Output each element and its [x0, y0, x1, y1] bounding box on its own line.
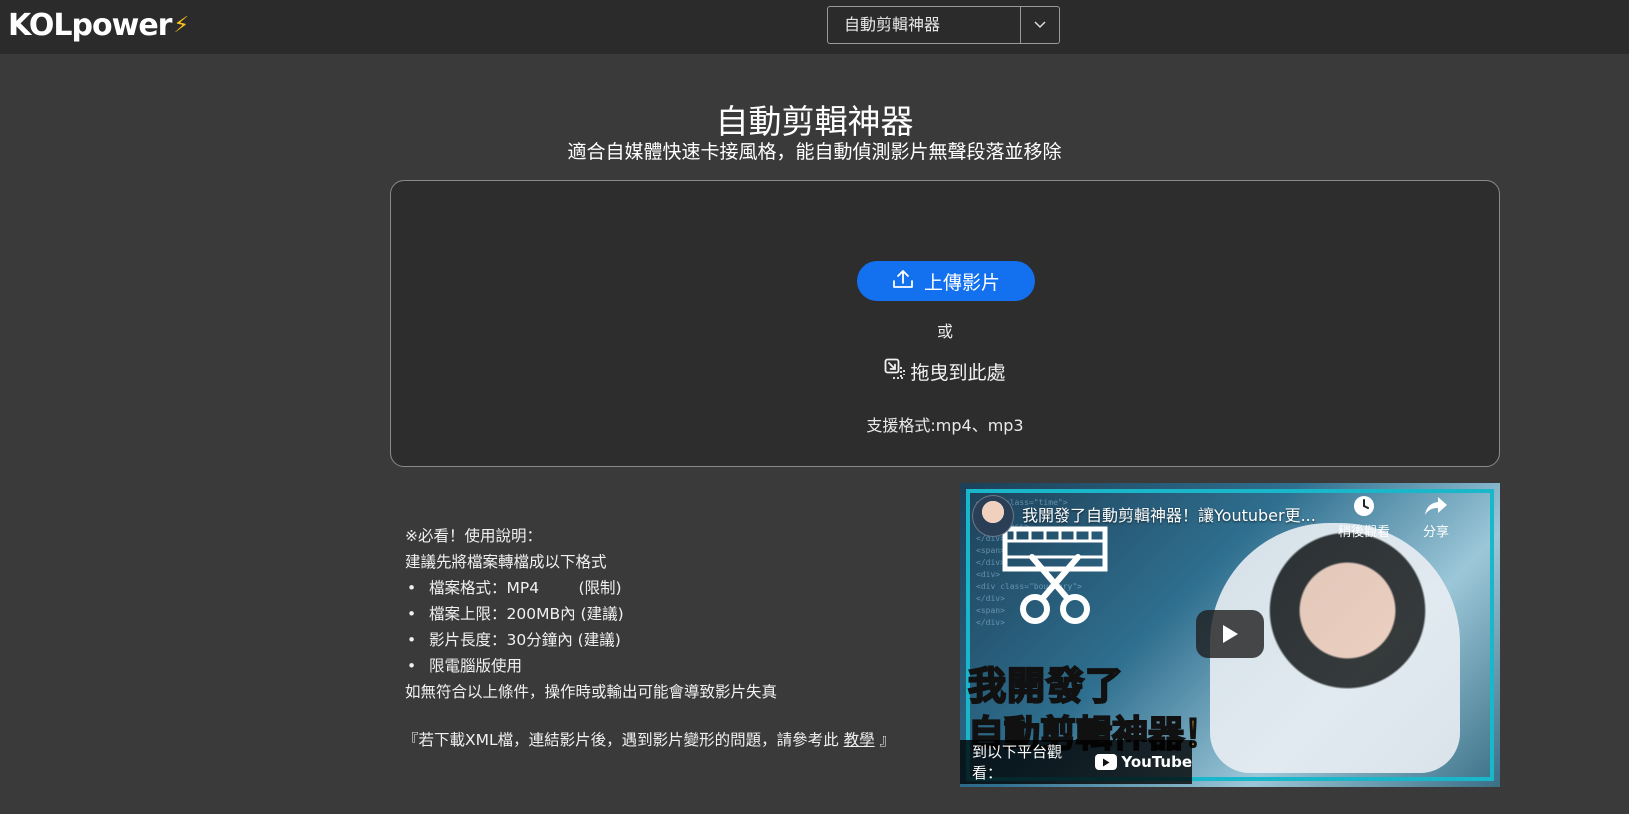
xml-note-end: 』	[879, 731, 896, 749]
tool-select-value: 自動剪輯神器	[844, 15, 941, 34]
drag-here-hint: 拖曳到此處	[391, 358, 1499, 385]
watch-later-button[interactable]: 稍後觀看	[1332, 495, 1396, 540]
play-button[interactable]	[1196, 610, 1264, 658]
list-item: 影片長度：30分鐘內 (建議)	[405, 627, 925, 653]
instructions-heading: ※必看！使用說明：	[405, 527, 542, 545]
page-subtitle: 適合自媒體快速卡接風格，能自動偵測影片無聲段落並移除	[567, 141, 1062, 163]
channel-avatar[interactable]	[972, 495, 1014, 537]
youtube-play-icon	[1095, 754, 1118, 770]
tutorial-link[interactable]: 教學	[844, 731, 875, 749]
logo-text: KOLpower	[8, 8, 172, 43]
top-bar: KOLpower⚡ 自動剪輯神器	[0, 0, 1629, 54]
drag-here-label: 拖曳到此處	[910, 362, 1006, 384]
supported-formats: 支援格式:mp4、mp3	[866, 416, 1024, 435]
drag-drop-icon	[884, 358, 906, 385]
usage-instructions: ※必看！使用說明： 建議先將檔案轉檔成以下格式 檔案格式：MP4 (限制) 檔案…	[403, 523, 925, 753]
share-label: 分享	[1422, 525, 1449, 540]
upload-video-button[interactable]: 上傳影片	[857, 261, 1035, 301]
list-item: 限電腦版使用	[405, 653, 925, 679]
clock-icon	[1332, 495, 1396, 521]
watch-later-label: 稍後觀看	[1337, 525, 1390, 540]
tool-select-dropdown[interactable]: 自動剪輯神器	[827, 6, 1060, 44]
video-title[interactable]: 我開發了自動剪輯神器！讓Youtuber更...	[1022, 502, 1342, 526]
xml-note: 『若下載XML檔，連結影片後，遇到影片變形的問題，請參考此 教學 』	[403, 727, 925, 753]
share-icon	[1404, 495, 1468, 521]
upload-dropzone[interactable]: 上傳影片 或 拖曳到此處 支援格式:mp4、mp3	[390, 180, 1500, 467]
film-scissors-icon	[1002, 526, 1108, 624]
youtube-wordmark: YouTube	[1121, 753, 1192, 771]
thumbnail-caption: 我開發了	[967, 663, 1125, 709]
bolt-icon: ⚡	[173, 13, 188, 38]
list-item: 檔案上限：200MB內 (建議)	[405, 601, 925, 627]
xml-note-text: 『若下載XML檔，連結影片後，遇到影片變形的問題，請參考此	[403, 731, 839, 749]
embedded-video[interactable]: <span class="time"><div><div class></div…	[960, 483, 1500, 787]
chevron-down-icon[interactable]	[1021, 7, 1059, 43]
share-button[interactable]: 分享	[1404, 495, 1468, 540]
or-separator: 或	[936, 322, 953, 341]
watch-on-youtube[interactable]: 到以下平台觀看： YouTube	[960, 740, 1192, 784]
watch-on-label: 到以下平台觀看：	[972, 743, 1063, 782]
upload-button-label: 上傳影片	[923, 271, 1000, 294]
kolpower-logo[interactable]: KOLpower⚡	[8, 6, 189, 46]
upload-icon	[892, 269, 914, 294]
list-item: 檔案格式：MP4 (限制)	[405, 575, 925, 601]
youtube-logo: YouTube	[1095, 753, 1192, 771]
requirements-list: 檔案格式：MP4 (限制) 檔案上限：200MB內 (建議) 影片長度：30分鐘…	[405, 575, 925, 679]
instructions-intro: 建議先將檔案轉檔成以下格式	[405, 553, 607, 571]
play-icon	[1223, 625, 1238, 643]
distortion-warning: 如無符合以上條件，操作時或輸出可能會導致影片失真	[405, 683, 778, 701]
